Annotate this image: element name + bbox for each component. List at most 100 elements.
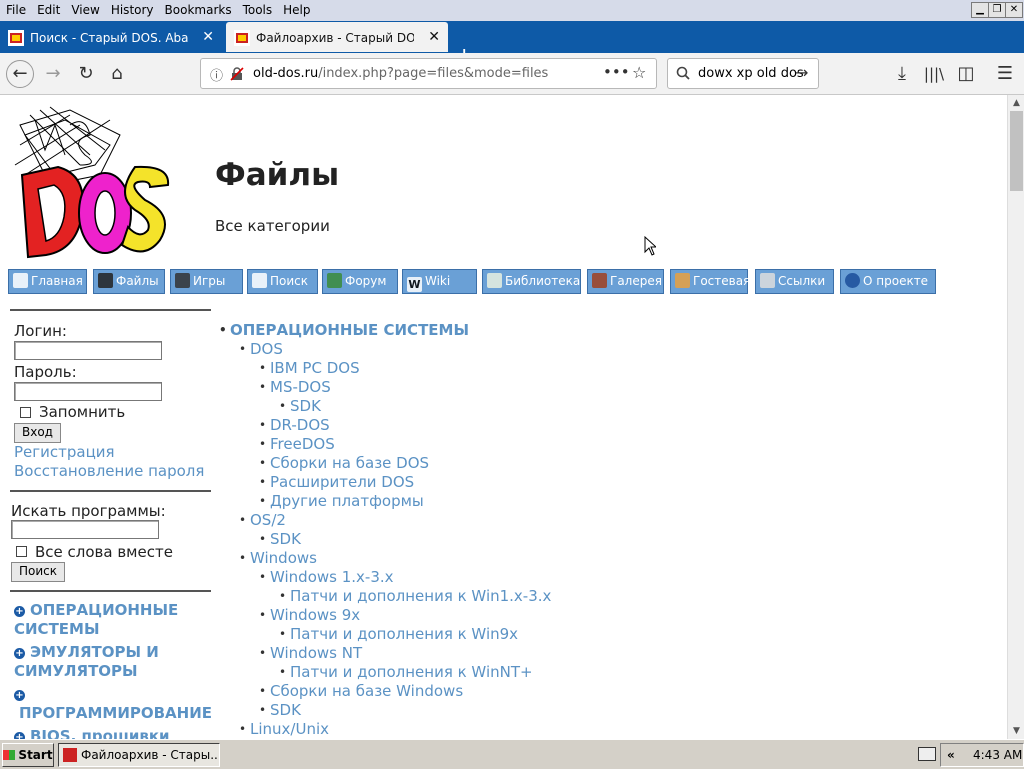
tree-item[interactable]: • Windows 1.x-3.x <box>259 568 394 586</box>
menu-bookmarks[interactable]: Bookmarks <box>159 0 237 17</box>
tree-item[interactable]: • Патчи и дополнения к WinNT+ <box>279 663 533 681</box>
all-words-checkbox[interactable] <box>16 546 27 557</box>
close-tab-icon[interactable]: ✕ <box>202 29 214 45</box>
bullet: • <box>259 570 267 584</box>
divider <box>10 590 211 592</box>
minimize-button[interactable]: ▁ <box>971 2 989 18</box>
tree-item-label: Патчи и дополнения к Win1.x-3.x <box>290 587 552 605</box>
sidebar-icon[interactable]: ◫ <box>952 60 980 88</box>
page-actions-icon[interactable]: ••• <box>603 63 630 81</box>
downloads-icon[interactable]: ⤓ <box>888 60 916 88</box>
password-input[interactable] <box>14 382 162 401</box>
nav-library-button[interactable]: Библиотека <box>482 269 581 294</box>
tree-item[interactable]: • SDK <box>279 397 321 415</box>
tree-item[interactable]: • IBM PC DOS <box>259 359 360 377</box>
restore-button[interactable]: ❐ <box>988 2 1006 18</box>
tree-item[interactable]: • ОПЕРАЦИОННЫЕ СИСТЕМЫ <box>219 321 469 339</box>
menu-file[interactable]: File <box>0 0 31 17</box>
nav-games-button[interactable]: Игры <box>170 269 243 294</box>
show-hidden-icons-icon[interactable]: « <box>947 744 955 766</box>
menu-tools[interactable]: Tools <box>237 0 278 17</box>
start-button[interactable]: Start <box>2 743 54 767</box>
menu-history[interactable]: History <box>105 0 159 17</box>
tree-item[interactable]: • Сборки на базе DOS <box>259 454 430 472</box>
nav-home-button[interactable]: Главная <box>8 269 87 294</box>
search-button[interactable]: Поиск <box>11 562 65 582</box>
search-field[interactable]: dowx xp old dos → <box>667 58 819 89</box>
forward-icon[interactable]: → <box>39 60 67 88</box>
tree-item[interactable]: • Сборки на базе Windows <box>259 682 463 700</box>
tree-item[interactable]: • Другие платформы <box>259 492 424 510</box>
home-icon <box>13 273 28 288</box>
tab-search[interactable]: Поиск - Старый DOS. Abandonware ✕ <box>0 22 222 52</box>
tree-item[interactable]: • SDK <box>259 530 301 548</box>
login-input[interactable] <box>14 341 162 360</box>
page-scrollbar[interactable]: ▲ ▼ <box>1007 95 1024 739</box>
home-icon[interactable]: ⌂ <box>103 60 131 88</box>
search-go-icon[interactable]: → <box>795 63 808 82</box>
nav-wiki-button[interactable]: W Wiki <box>402 269 477 294</box>
insecure-lock-icon[interactable] <box>230 67 244 81</box>
expand-icon[interactable]: + <box>14 606 25 617</box>
tree-item[interactable]: • Windows NT <box>259 644 363 662</box>
side-category-emulators[interactable]: + ЭМУЛЯТОРЫ И СИМУЛЯТОРЫ <box>14 643 194 681</box>
side-category-bios[interactable]: + BIOS, прошивки <box>14 727 214 739</box>
nav-links-button[interactable]: Ссылки <box>755 269 834 294</box>
keyboard-icon[interactable] <box>918 747 936 761</box>
nav-about-button[interactable]: О проекте <box>840 269 936 294</box>
menu-view[interactable]: View <box>65 0 104 17</box>
scroll-up-icon[interactable]: ▲ <box>1008 95 1024 111</box>
tab-files[interactable]: Файлоархив - Старый DOS. Abandonware ✕ <box>226 22 448 52</box>
back-icon[interactable]: ← <box>6 60 34 88</box>
tree-item[interactable]: • OS/2 <box>239 511 286 529</box>
expand-icon[interactable]: + <box>14 648 25 659</box>
tree-item[interactable]: • MS-DOS <box>259 378 331 396</box>
taskbar-window-button[interactable]: Файлоархив - Стары... <box>58 743 220 767</box>
bookmark-star-icon[interactable]: ☆ <box>632 63 646 82</box>
clock: 4:43 AM <box>973 748 1023 762</box>
menu-help[interactable]: Help <box>277 0 315 17</box>
scroll-thumb[interactable] <box>1010 111 1023 191</box>
side-category-os[interactable]: + ОПЕРАЦИОННЫЕ СИСТЕМЫ <box>14 601 194 639</box>
nav-files-button[interactable]: Файлы <box>93 269 165 294</box>
tree-item-label: Windows NT <box>270 644 363 662</box>
tree-item-label: Windows 1.x-3.x <box>270 568 394 586</box>
tree-item[interactable]: • Патчи и дополнения к Win1.x-3.x <box>279 587 552 605</box>
library-icon[interactable]: |||\ <box>920 60 948 88</box>
scroll-down-icon[interactable]: ▼ <box>1008 723 1024 739</box>
nav-gallery-button[interactable]: Галерея <box>587 269 664 294</box>
remember-checkbox[interactable] <box>20 407 31 418</box>
expand-icon[interactable]: + <box>14 690 25 701</box>
search-programs-input[interactable] <box>11 520 159 539</box>
tree-item[interactable]: • FreeDOS <box>259 435 335 453</box>
restore-password-link[interactable]: Восстановление пароля <box>14 462 204 480</box>
tree-item[interactable]: • Расширители DOS <box>259 473 414 491</box>
tree-item[interactable]: • Windows 9x <box>259 606 360 624</box>
bullet: • <box>259 646 267 660</box>
password-label: Пароль: <box>14 363 77 381</box>
nav-guestbook-button[interactable]: Гостевая <box>670 269 750 294</box>
reload-icon[interactable]: ↻ <box>72 60 100 88</box>
tree-item[interactable]: • SDK <box>259 701 301 719</box>
terminal-icon <box>98 273 113 288</box>
info-icon[interactable]: ⓘ <box>210 65 223 84</box>
tree-item[interactable]: • DOS <box>239 340 283 358</box>
tree-item[interactable]: • Патчи и дополнения к Win9x <box>279 625 518 643</box>
close-window-button[interactable]: ✕ <box>1005 2 1023 18</box>
expand-icon[interactable]: + <box>14 732 25 739</box>
tree-item-label: Сборки на базе DOS <box>270 454 430 472</box>
side-category-programming[interactable]: + ПРОГРАММИРОВАНИЕ <box>14 685 214 723</box>
login-button[interactable]: Вход <box>14 423 61 443</box>
tree-item[interactable]: • Windows <box>239 549 317 567</box>
url-bar[interactable]: ⓘ old-dos.ru/index.php?page=files&mode=f… <box>200 58 657 89</box>
bullet: • <box>259 608 267 622</box>
book-icon <box>487 273 502 288</box>
tree-item[interactable]: • Linux/Unix <box>239 720 329 738</box>
hamburger-menu-icon[interactable]: ☰ <box>991 60 1019 88</box>
nav-forum-button[interactable]: Форум <box>322 269 398 294</box>
tree-item[interactable]: • DR-DOS <box>259 416 330 434</box>
register-link[interactable]: Регистрация <box>14 443 115 461</box>
nav-search-button[interactable]: Поиск <box>247 269 318 294</box>
menu-edit[interactable]: Edit <box>31 0 65 17</box>
close-tab-icon[interactable]: ✕ <box>428 29 440 45</box>
